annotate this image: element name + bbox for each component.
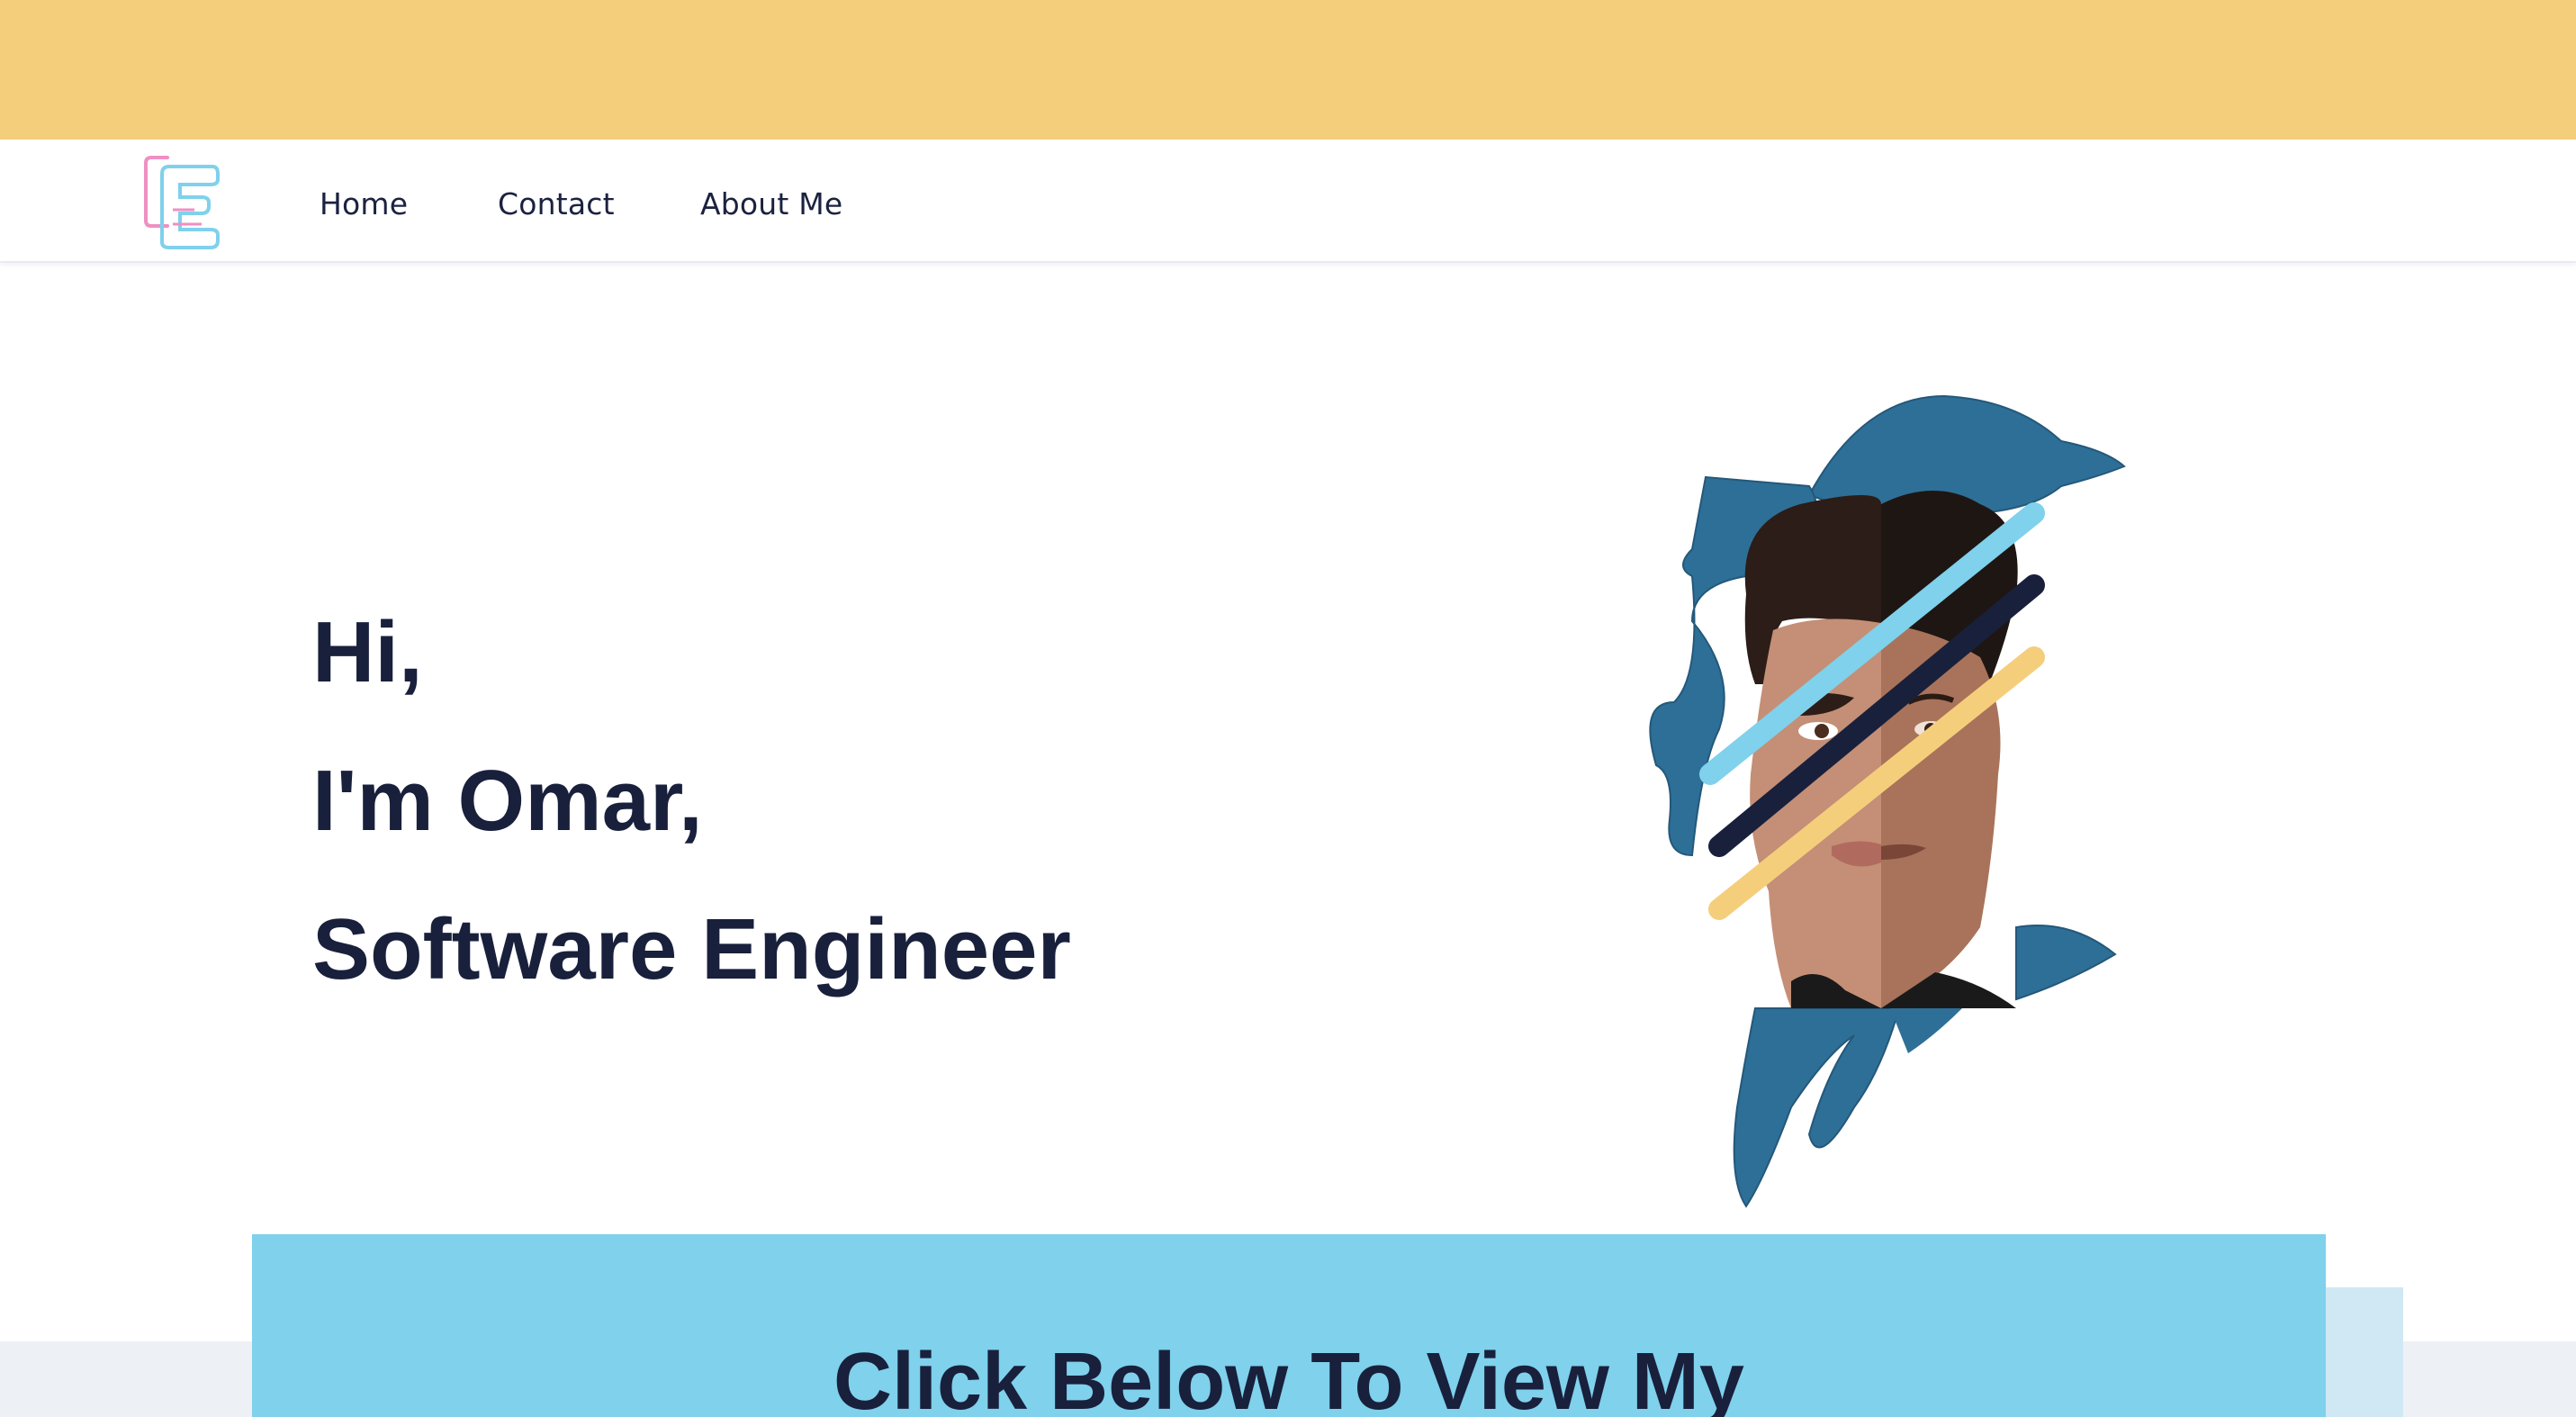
nav-link-home[interactable]: Home bbox=[320, 186, 408, 221]
cta-heading: Click Below To View My bbox=[833, 1337, 1744, 1417]
navbar: Home Contact About Me bbox=[0, 140, 2576, 263]
nav-link-about-me[interactable]: About Me bbox=[700, 186, 842, 221]
nav-link-contact[interactable]: Contact bbox=[498, 186, 615, 221]
abstract-shape-bottom bbox=[1733, 1007, 1901, 1208]
abstract-shape-right bbox=[2015, 925, 2117, 1001]
cta-panel: Click Below To View My bbox=[252, 1234, 2326, 1417]
page: Home Contact About Me Hi, I'm Omar, Soft… bbox=[0, 0, 2576, 1417]
logo-icon[interactable] bbox=[142, 147, 223, 250]
hero-name: I'm Omar, bbox=[312, 753, 703, 849]
abstract-shape-tail bbox=[1890, 1008, 1962, 1053]
face-photo bbox=[1881, 623, 2001, 1008]
hero-role: Software Engineer bbox=[312, 901, 1071, 997]
portrait-illustration bbox=[1649, 394, 2126, 1208]
top-banner bbox=[0, 0, 2576, 140]
hero-greeting: Hi, bbox=[312, 604, 423, 700]
